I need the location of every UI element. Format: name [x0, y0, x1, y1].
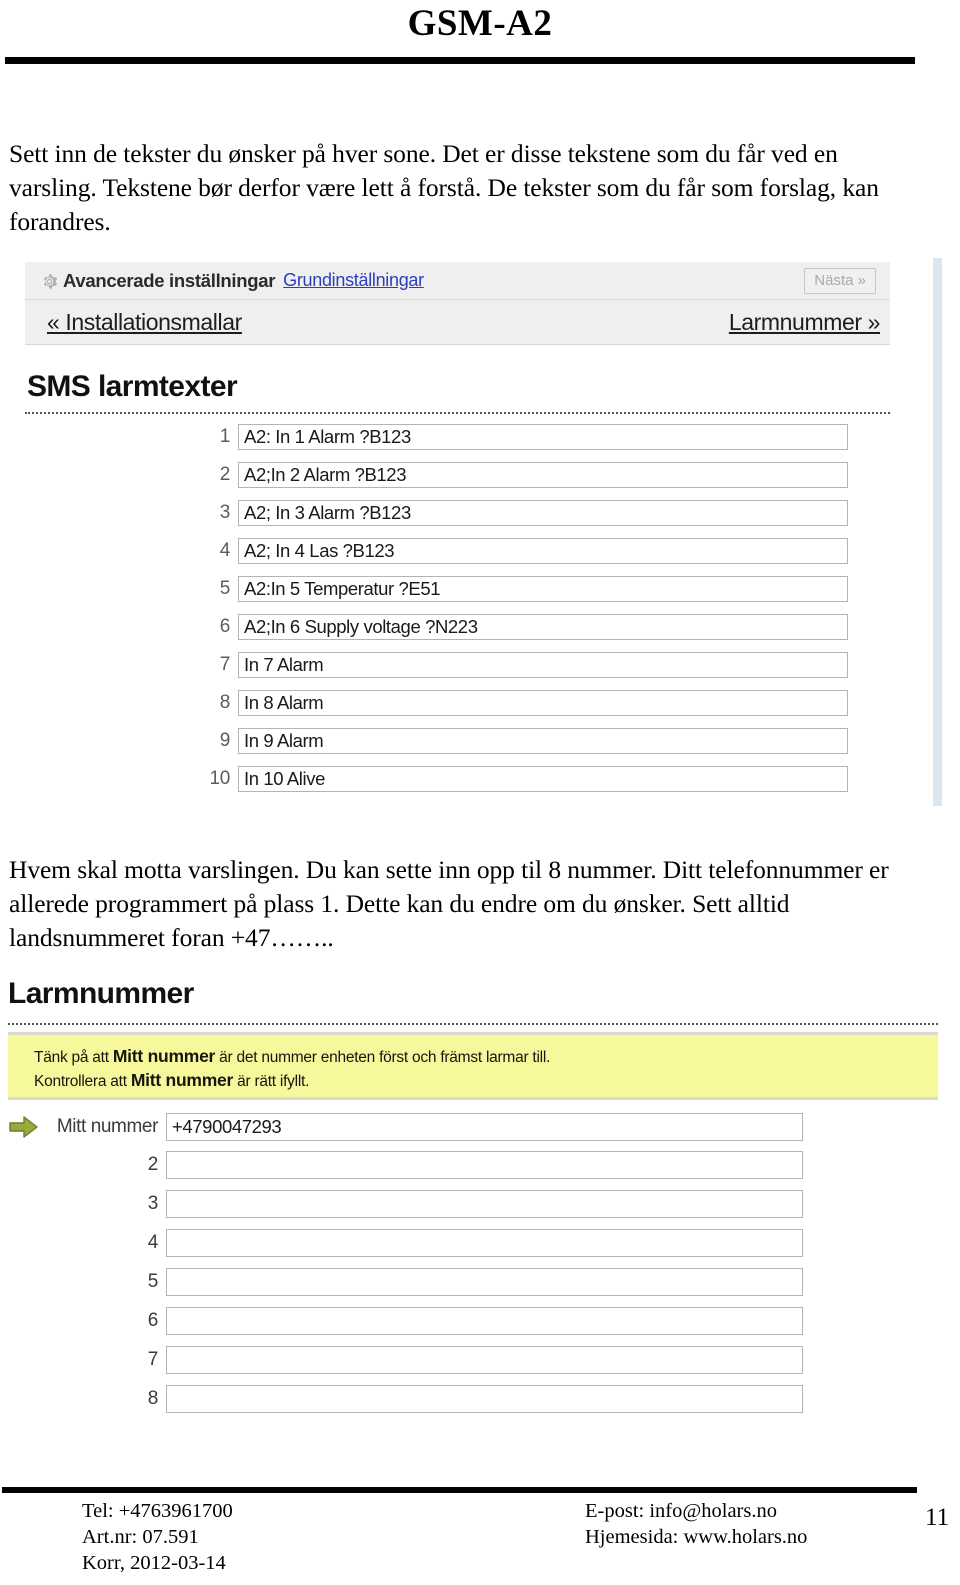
sms-text-input[interactable]: A2;In 6 Supply voltage ?N223 — [238, 614, 848, 640]
phone-number-input[interactable]: +4790047293 — [166, 1113, 803, 1141]
note-line2-bold: Mitt nummer — [130, 1070, 234, 1090]
sms-row-number: 3 — [219, 502, 231, 523]
sms-row: 2 A2;In 2 Alarm ?B123 — [196, 462, 848, 488]
sms-row: 7 In 7 Alarm — [196, 652, 848, 678]
sms-row-number: 6 — [219, 616, 231, 637]
sms-row: 1 A2: In 1 Alarm ?B123 — [196, 424, 848, 450]
sms-text-input[interactable]: In 8 Alarm — [238, 690, 848, 716]
larm-row: Mitt nummer +4790047293 — [8, 1113, 803, 1141]
sms-text-input[interactable]: A2:In 5 Temperatur ?E51 — [238, 576, 848, 602]
larm-row: 3 — [8, 1190, 803, 1218]
phone-number-input[interactable] — [166, 1229, 803, 1257]
navigation-panel: Avancerade inställningar Grundinställnin… — [25, 262, 890, 345]
phone-number-input[interactable] — [166, 1190, 803, 1218]
page-number: 11 — [925, 1504, 950, 1531]
sms-text-input[interactable]: A2: In 1 Alarm ?B123 — [238, 424, 848, 450]
larm-row-number: 3 — [147, 1193, 159, 1214]
sms-text-input[interactable]: A2; In 3 Alarm ?B123 — [238, 500, 848, 526]
sms-row: 6 A2;In 6 Supply voltage ?N223 — [196, 614, 848, 640]
sms-text-input[interactable]: In 9 Alarm — [238, 728, 848, 754]
note-line1-bold: Mitt nummer — [112, 1046, 216, 1066]
sms-row-number: 5 — [219, 578, 231, 599]
larm-row-number: 2 — [147, 1154, 159, 1175]
phone-number-input[interactable] — [166, 1307, 803, 1335]
larm-row-number: 7 — [147, 1349, 159, 1370]
info-note-box: Tänk på att Mitt nummer är det nummer en… — [8, 1032, 938, 1100]
sms-text-input[interactable]: In 7 Alarm — [238, 652, 848, 678]
prev-page-link[interactable]: « Installationsmallar — [47, 309, 242, 336]
sms-row-number: 1 — [219, 426, 231, 447]
sms-row: 10 In 10 Alive — [196, 766, 848, 792]
larmnummer-screenshot: Larmnummer Tänk på att Mitt nummer är de… — [0, 972, 946, 1427]
larm-row-number: 8 — [147, 1388, 159, 1409]
larm-row-number: 4 — [147, 1232, 159, 1253]
footer-artnr: Art.nr: 07.591 — [82, 1526, 199, 1548]
note-line2-post: är rätt ifyllt. — [233, 1073, 310, 1090]
sms-row: 5 A2:In 5 Temperatur ?E51 — [196, 576, 848, 602]
sms-row-number: 9 — [219, 730, 231, 751]
phone-instructions-paragraph: Hvem skal motta varslingen. Du kan sette… — [9, 855, 889, 952]
mitt-nummer-label: Mitt nummer — [56, 1116, 159, 1137]
intro-paragraph: Sett inn de tekster du ønsker på hver so… — [9, 139, 879, 236]
footer-divider — [2, 1487, 917, 1493]
larmnummer-heading: Larmnummer — [8, 977, 194, 1010]
sms-text-input[interactable]: A2; In 4 Las ?B123 — [238, 538, 848, 564]
larmnummer-heading-divider — [8, 1023, 938, 1025]
sms-row-number: 4 — [219, 540, 231, 561]
footer-tel: Tel: +4763961700 — [82, 1500, 233, 1522]
note-line-2: Kontrollera att Mitt nummer är rätt ifyl… — [34, 1069, 938, 1093]
phone-number-input[interactable] — [166, 1385, 803, 1413]
phone-number-input[interactable] — [166, 1151, 803, 1179]
sms-larmtexter-screenshot: Avancerade inställningar Grundinställnin… — [0, 258, 946, 813]
sms-row: 8 In 8 Alarm — [196, 690, 848, 716]
advanced-settings-label: Avancerade inställningar — [63, 269, 276, 291]
sms-section-heading: SMS larmtexter — [27, 370, 238, 403]
note-line1-pre: Tänk på att — [34, 1049, 113, 1066]
larm-row: 5 — [8, 1268, 803, 1296]
sms-row: 9 In 9 Alarm — [196, 728, 848, 754]
navigation-row-primary: Avancerade inställningar Grundinställnin… — [25, 262, 890, 300]
sms-text-input[interactable]: In 10 Alive — [238, 766, 848, 792]
larm-row: 2 — [8, 1151, 803, 1179]
sms-row-number: 2 — [219, 464, 231, 485]
note-line2-pre: Kontrollera att — [34, 1073, 131, 1090]
sms-text-input[interactable]: A2;In 2 Alarm ?B123 — [238, 462, 848, 488]
page-title: GSM-A2 — [407, 3, 553, 44]
footer-contact-right: E-post: info@holars.no Hjemesida: www.ho… — [585, 1498, 807, 1550]
sms-row: 4 A2; In 4 Las ?B123 — [196, 538, 848, 564]
larm-row: 6 — [8, 1307, 803, 1335]
footer-contact-left: Tel: +4763961700 Art.nr: 07.591 Korr, 20… — [82, 1498, 233, 1576]
sms-row-number: 10 — [209, 768, 230, 789]
next-button[interactable]: Nästa » — [804, 268, 876, 294]
phone-number-input[interactable] — [166, 1268, 803, 1296]
larm-row-number: 6 — [147, 1310, 159, 1331]
larm-row: 8 — [8, 1385, 803, 1413]
larm-row-number: 5 — [147, 1271, 159, 1292]
sms-row: 3 A2; In 3 Alarm ?B123 — [196, 500, 848, 526]
basic-settings-link[interactable]: Grundinställningar — [283, 270, 424, 291]
gear-icon[interactable] — [41, 273, 58, 290]
larm-row: 4 — [8, 1229, 803, 1257]
sms-row-number: 8 — [219, 692, 231, 713]
note-line1-post: är det nummer enheten först och främst l… — [215, 1049, 551, 1066]
note-line-1: Tänk på att Mitt nummer är det nummer en… — [34, 1045, 938, 1069]
phone-number-input[interactable] — [166, 1346, 803, 1374]
sms-heading-divider — [25, 412, 890, 414]
footer-website: Hjemesida: www.holars.no — [585, 1526, 808, 1548]
header-divider — [5, 57, 915, 64]
footer-korr: Korr, 2012-03-14 — [82, 1552, 226, 1574]
footer-email: E-post: info@holars.no — [585, 1500, 777, 1522]
larm-row: 7 — [8, 1346, 803, 1374]
vertical-scrollbar[interactable] — [933, 258, 942, 806]
navigation-row-secondary: « Installationsmallar Larmnummer » — [25, 300, 890, 344]
next-page-link[interactable]: Larmnummer » — [729, 309, 881, 336]
sms-row-number: 7 — [219, 654, 231, 675]
